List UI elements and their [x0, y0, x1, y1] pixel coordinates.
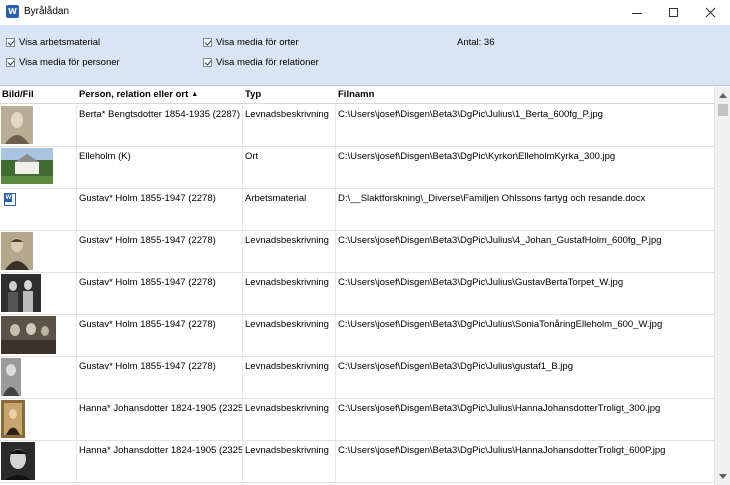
table-row[interactable]: Hanna* Johansdotter 1824-1905 (2325) Lev…: [0, 441, 714, 483]
typ-cell: Arbetsmaterial: [243, 189, 336, 230]
option-label: Visa media för personer: [19, 56, 120, 68]
person-cell: Elleholm (K): [77, 147, 243, 188]
word-document-icon[interactable]: [4, 193, 16, 206]
sort-ascending-icon: ▲: [191, 91, 199, 98]
table-row[interactable]: Berta* Bengtsdotter 1854-1935 (2287) Lev…: [0, 105, 714, 147]
option-visa-media-personer[interactable]: Visa media för personer: [6, 55, 120, 69]
close-icon: [705, 7, 716, 18]
column-header-person[interactable]: Person, relation eller ort ▲: [77, 87, 242, 104]
filnamn-cell: C:\Users\josef\Disgen\Beta3\DgPic\Julius…: [338, 445, 666, 456]
checkbox-checked-icon[interactable]: [203, 37, 212, 47]
typ-cell: Levnadsbeskrivning: [243, 231, 336, 272]
disgen-app-icon[interactable]: W: [6, 5, 19, 18]
column-header-bild[interactable]: Bild/Fil: [0, 87, 76, 104]
option-label: Visa arbetsmaterial: [19, 36, 101, 48]
person-cell: Gustav* Holm 1855-1947 (2278): [77, 273, 243, 314]
close-button[interactable]: [692, 0, 728, 25]
option-visa-media-orter[interactable]: Visa media för orter: [203, 35, 299, 49]
typ-cell: Ort: [243, 147, 336, 188]
filnamn-cell: C:\Users\josef\Disgen\Beta3\DgPic\Julius…: [338, 235, 662, 246]
person-cell: Gustav* Holm 1855-1947 (2278): [77, 357, 243, 398]
person-cell: Gustav* Holm 1855-1947 (2278): [77, 189, 243, 230]
person-cell: Berta* Bengtsdotter 1854-1935 (2287): [77, 105, 243, 146]
vertical-scrollbar[interactable]: [714, 87, 730, 485]
table-header: Bild/Fil Person, relation eller ort ▲ Typ…: [0, 87, 714, 104]
filnamn-cell: C:\Users\josef\Disgen\Beta3\DgPic\Kyrkor…: [338, 151, 616, 162]
portrait-photo-thumbnail[interactable]: [1, 358, 21, 396]
table-row[interactable]: Gustav* Holm 1855-1947 (2278) Levnadsbes…: [0, 273, 714, 315]
typ-cell: Levnadsbeskrivning: [243, 441, 336, 482]
table-row[interactable]: Gustav* Holm 1855-1947 (2278) Levnadsbes…: [0, 315, 714, 357]
filnamn-cell: C:\Users\josef\Disgen\Beta3\DgPic\Julius…: [338, 361, 573, 372]
checkbox-checked-icon[interactable]: [6, 37, 15, 47]
table-row[interactable]: Gustav* Holm 1855-1947 (2278) Levnadsbes…: [0, 231, 714, 273]
table-row[interactable]: Elleholm (K) Ort C:\Users\josef\Disgen\B…: [0, 147, 714, 189]
option-visa-arbetsmaterial[interactable]: Visa arbetsmaterial: [6, 35, 100, 49]
option-label: Visa media för relationer: [216, 56, 319, 68]
filnamn-cell: C:\Users\josef\Disgen\Beta3\DgPic\Julius…: [338, 319, 663, 330]
column-header-label: Person, relation eller ort: [79, 89, 189, 100]
option-visa-media-relationer[interactable]: Visa media för relationer: [203, 55, 319, 69]
scrollbar-thumb[interactable]: [718, 104, 728, 116]
person-cell: Hanna* Johansdotter 1824-1905 (2325): [77, 441, 243, 482]
table-row[interactable]: Hanna* Johansdotter 1824-1905 (2325) Lev…: [0, 399, 714, 441]
table-row[interactable]: Gustav* Holm 1855-1947 (2278) Levnadsbes…: [0, 357, 714, 399]
window-title: Byrålådan: [24, 6, 70, 17]
portrait-photo-thumbnail[interactable]: [1, 442, 35, 480]
typ-cell: Levnadsbeskrivning: [243, 357, 336, 398]
filnamn-cell: C:\Users\josef\Disgen\Beta3\DgPic\Julius…: [338, 109, 603, 120]
column-header-filnamn[interactable]: Filnamn: [336, 87, 714, 104]
title-bar: W Byrålådan: [0, 0, 730, 25]
filter-options-panel: Visa arbetsmaterial Visa media för perso…: [0, 25, 730, 86]
arrow-up-icon: [719, 93, 727, 98]
typ-cell: Levnadsbeskrivning: [243, 315, 336, 356]
column-header-typ[interactable]: Typ: [243, 87, 335, 104]
portrait-photo-thumbnail[interactable]: [1, 106, 33, 144]
group-photo-thumbnail[interactable]: [1, 274, 41, 312]
scroll-up-button[interactable]: [715, 87, 730, 104]
checkbox-checked-icon[interactable]: [203, 57, 212, 67]
church-photo-thumbnail[interactable]: [1, 148, 53, 184]
checkbox-checked-icon[interactable]: [6, 57, 15, 67]
typ-cell: Levnadsbeskrivning: [243, 273, 336, 314]
table-row[interactable]: Gustav* Holm 1855-1947 (2278) Arbetsmate…: [0, 189, 714, 231]
minimize-icon: [632, 13, 642, 14]
maximize-icon: [668, 8, 678, 17]
media-table: Berta* Bengtsdotter 1854-1935 (2287) Lev…: [0, 105, 714, 485]
filnamn-cell: C:\Users\josef\Disgen\Beta3\DgPic\Julius…: [338, 403, 661, 414]
person-cell: Gustav* Holm 1855-1947 (2278): [77, 315, 243, 356]
typ-cell: Levnadsbeskrivning: [243, 105, 336, 146]
scroll-down-button[interactable]: [715, 468, 730, 485]
filnamn-cell: D:\__Slaktforskning\_Diverse\Familjen Oh…: [338, 193, 646, 204]
person-cell: Gustav* Holm 1855-1947 (2278): [77, 231, 243, 272]
group-photo-thumbnail[interactable]: [1, 316, 56, 354]
arrow-down-icon: [719, 474, 727, 479]
portrait-photo-thumbnail[interactable]: [1, 400, 25, 438]
person-cell: Hanna* Johansdotter 1824-1905 (2325): [77, 399, 243, 440]
typ-cell: Levnadsbeskrivning: [243, 399, 336, 440]
minimize-button[interactable]: [619, 0, 655, 25]
option-label: Visa media för orter: [216, 36, 299, 48]
item-count: Antal: 36: [457, 37, 495, 48]
portrait-photo-thumbnail[interactable]: [1, 232, 33, 270]
maximize-button[interactable]: [655, 0, 691, 25]
filnamn-cell: C:\Users\josef\Disgen\Beta3\DgPic\Julius…: [338, 277, 624, 288]
